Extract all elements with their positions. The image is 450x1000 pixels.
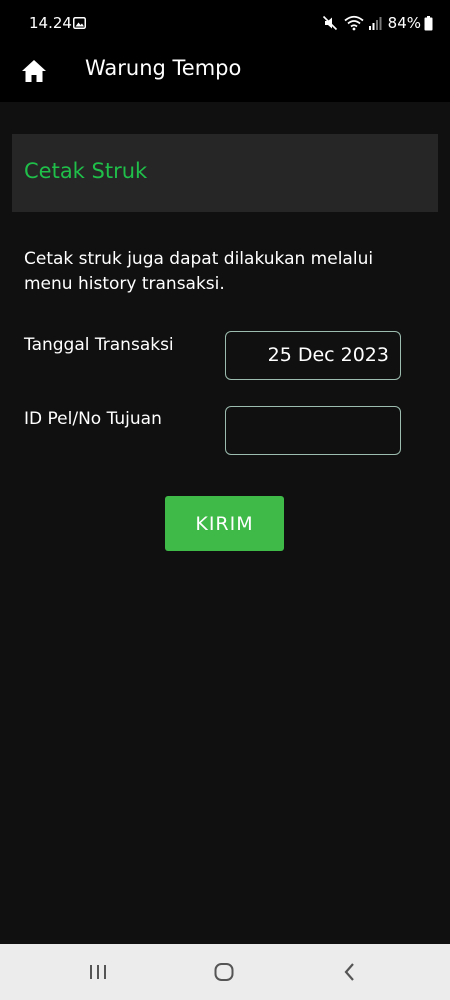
customer-id-input[interactable] [225,406,401,455]
transaction-date-label: Tanggal Transaksi [24,335,174,355]
customer-id-label: ID Pel/No Tujuan [24,409,162,429]
transaction-date-field[interactable]: 25 Dec 2023 [225,331,401,380]
signal-icon [368,17,382,30]
navigation-bar [0,944,450,1000]
section-title: Cetak Struk [24,159,148,183]
info-text: Cetak struk juga dapat dilakukan melalui… [24,249,374,294]
app-bar: Warung Tempo [0,46,450,102]
status-bar: 14.24 84% [0,0,450,46]
status-time: 14.24 [29,14,72,32]
gallery-icon [73,17,86,29]
back-icon[interactable] [338,960,362,984]
wifi-icon [344,15,364,31]
section-header: Cetak Struk [12,134,438,212]
home-icon[interactable] [20,58,48,84]
submit-button[interactable]: KIRIM [165,496,284,551]
main-content: Cetak Struk Cetak struk juga dapat dilak… [0,102,450,944]
app-title: Warung Tempo [85,56,242,80]
nav-home-icon[interactable] [212,960,236,984]
mute-icon [322,15,337,31]
status-icons: 84% [322,13,433,33]
recents-icon[interactable] [86,960,110,984]
battery-percentage: 84% [387,14,421,32]
battery-icon [424,15,433,30]
